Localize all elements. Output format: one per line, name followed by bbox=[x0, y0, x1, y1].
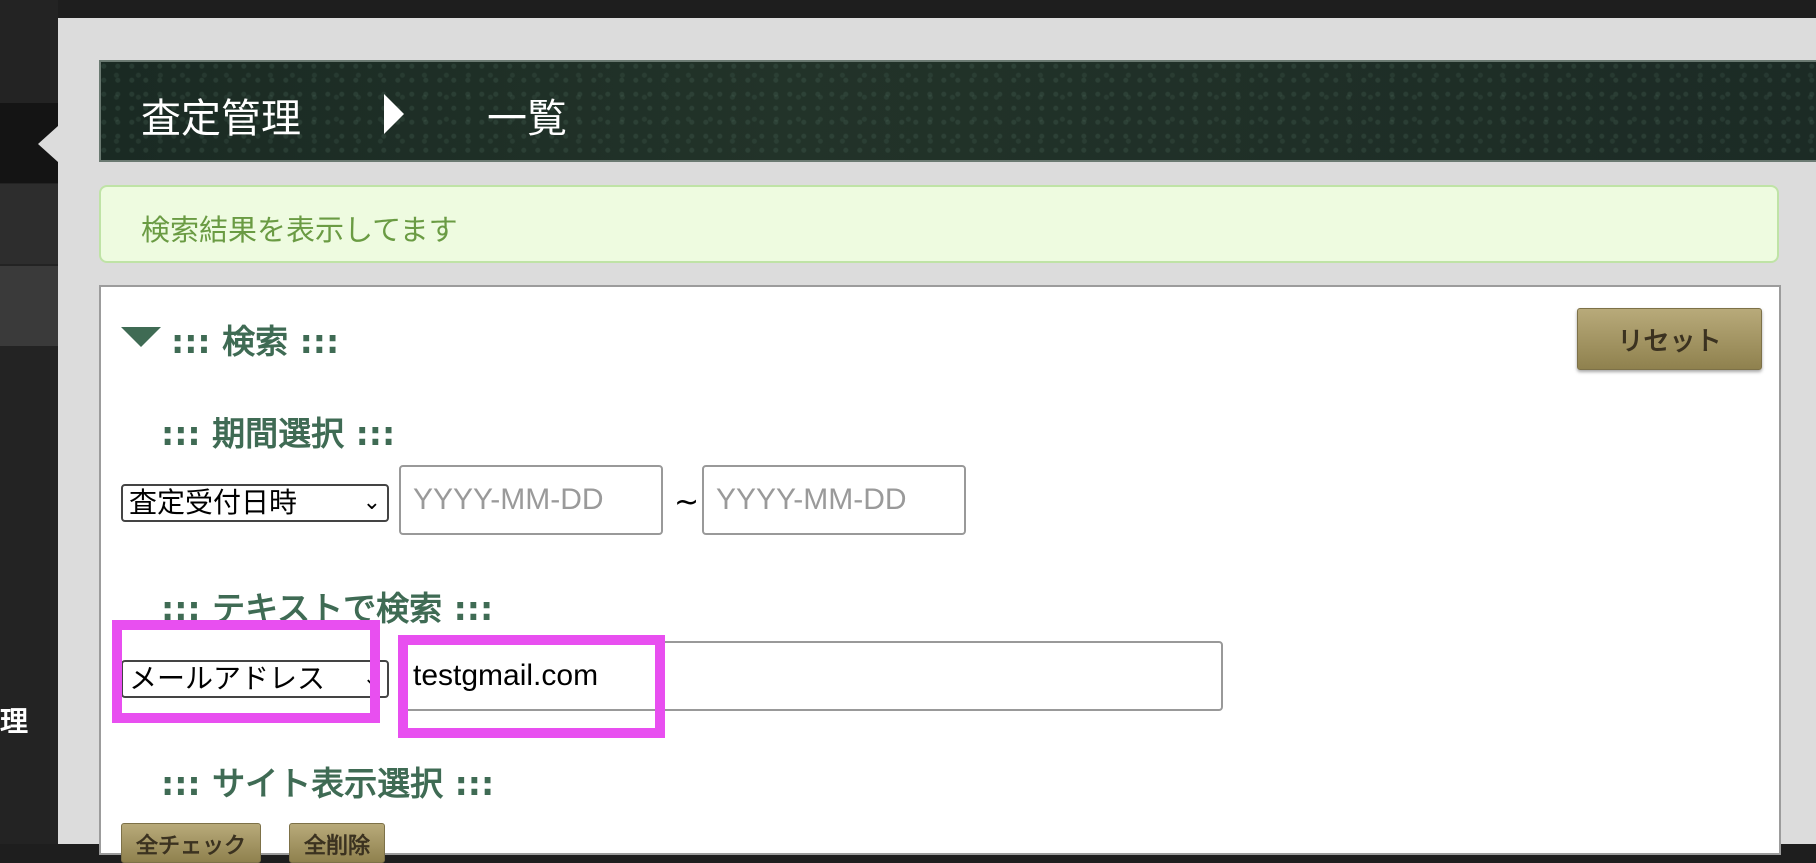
highlight-box bbox=[398, 635, 665, 738]
search-panel: ::: 検索 ::: リセット ::: 期間選択 ::: 査定受付日時 ⌄ YY… bbox=[99, 285, 1781, 863]
date-from-input[interactable]: YYYY-MM-DD bbox=[399, 465, 663, 535]
collapse-triangle-icon[interactable] bbox=[121, 327, 161, 347]
active-indicator-notch bbox=[38, 126, 58, 162]
date-range-separator: ~ bbox=[674, 485, 700, 520]
reset-button[interactable]: リセット bbox=[1577, 308, 1762, 370]
clear-all-button[interactable]: 全削除 bbox=[289, 823, 386, 863]
sidebar-item[interactable] bbox=[0, 266, 58, 346]
date-type-selected: 査定受付日時 bbox=[129, 486, 298, 519]
status-message: 検索結果を表示してます bbox=[99, 185, 1779, 263]
page-header: 査定管理 一覧 bbox=[99, 60, 1816, 162]
period-section-title: ::: 期間選択 ::: bbox=[161, 414, 396, 453]
sidebar-item-label[interactable]: 理 bbox=[0, 700, 28, 740]
page-subtitle: 一覧 bbox=[487, 96, 567, 142]
check-all-button[interactable]: 全チェック bbox=[121, 823, 262, 863]
breadcrumb-arrow-icon bbox=[384, 94, 404, 134]
status-message-text: 検索結果を表示してます bbox=[141, 213, 458, 247]
sidebar-item[interactable] bbox=[0, 184, 58, 264]
date-type-select[interactable]: 査定受付日時 ⌄ bbox=[121, 484, 389, 522]
chevron-down-icon: ⌄ bbox=[362, 490, 381, 515]
page-title: 査定管理 bbox=[141, 96, 301, 142]
search-section-title[interactable]: ::: 検索 ::: bbox=[171, 315, 339, 363]
highlight-box bbox=[112, 620, 380, 723]
date-to-input[interactable]: YYYY-MM-DD bbox=[702, 465, 966, 535]
site-display-section-title: ::: サイト表示選択 ::: bbox=[161, 764, 495, 803]
